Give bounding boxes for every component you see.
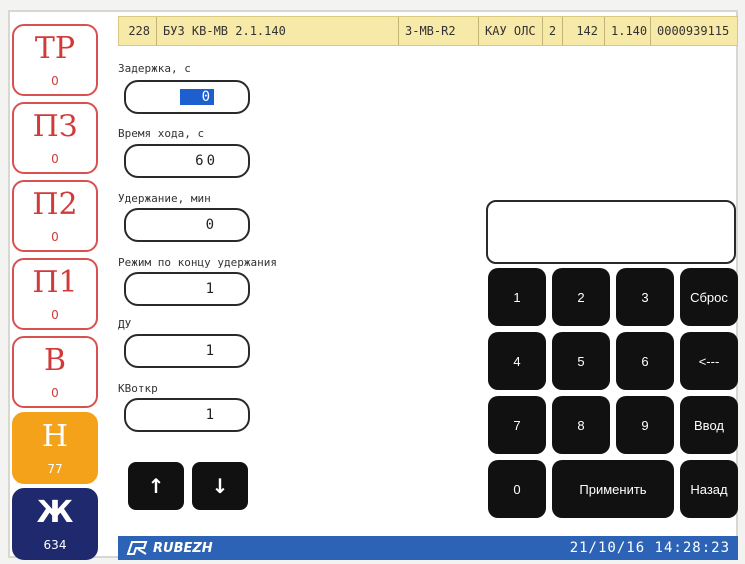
key-3[interactable]: 3 [616,268,674,326]
param-label-du: ДУ [118,318,132,331]
enter-button[interactable]: Ввод [680,396,738,454]
status-tile-code: ТР [34,31,76,66]
status-tile-code: В [43,343,67,378]
key-4[interactable]: 4 [488,332,546,390]
panel-name: КАУ ОЛС [479,17,543,45]
status-tile-count: 0 [51,74,59,88]
hold-field[interactable]: 0 [124,208,250,242]
device-type: З-МВ-R2 [399,17,479,45]
hold-value: 0 [205,217,214,233]
du-field[interactable]: 1 [124,334,250,368]
status-tile-p2[interactable]: П2 0 [12,180,98,252]
param-label-kv-open: КВоткр [118,382,158,395]
status-tile-tr[interactable]: ТР 0 [12,24,98,96]
device-number: 228 [119,17,157,45]
key-9[interactable]: 9 [616,396,674,454]
arrow-down-button[interactable]: ↓ [192,462,248,510]
rubezh-logo-icon [126,541,148,555]
apply-button[interactable]: Применить [552,460,674,518]
status-tile-count: 0 [51,230,59,244]
firmware-version: 1.140 [605,17,651,45]
status-tile-code: Ж [36,495,74,530]
hold-end-mode-value: 1 [205,281,214,297]
param-label-hold: Удержание, мин [118,192,211,205]
device-info-bar: 228 БУЗ КВ-МВ 2.1.140 З-МВ-R2 КАУ ОЛС 2 … [118,16,738,46]
status-tile-count: 0 [51,308,59,322]
status-tile-code: П2 [32,187,78,222]
serial-number: 0000939115 [657,24,730,38]
status-tile-code: Н [41,419,69,454]
key-0[interactable]: 0 [488,460,546,518]
key-7[interactable]: 7 [488,396,546,454]
backspace-button[interactable]: <--- [680,332,738,390]
status-tile-n[interactable]: Н 77 [12,412,98,484]
panel-number: 2 [543,17,563,45]
status-tile-code: ПЗ [32,109,78,144]
status-tile-count: 634 [43,538,67,552]
delay-field[interactable]: 0 [124,80,250,114]
footer-bar: RUBEZH 21/10/16 14:28:23 [118,536,738,560]
status-tile-zh[interactable]: Ж 634 [12,488,98,560]
arrow-up-button[interactable]: ↑ [128,462,184,510]
kv-open-value: 1 [205,407,214,423]
param-label-hold-end-mode: Режим по концу удержания [118,256,277,269]
status-column: ТР 0 ПЗ 0 П2 0 П1 0 В 0 Н 77 Ж 634 [12,14,100,560]
status-tile-count: 0 [51,152,59,166]
rubezh-logo: RUBEZH [126,540,213,556]
key-5[interactable]: 5 [552,332,610,390]
key-2[interactable]: 2 [552,268,610,326]
key-6[interactable]: 6 [616,332,674,390]
datetime-display: 21/10/16 14:28:23 [569,540,730,556]
hold-end-mode-field[interactable]: 1 [124,272,250,306]
delay-value: 0 [179,89,214,105]
brand-name: RUBEZH [153,540,213,556]
status-tile-code: П1 [32,265,78,300]
travel-time-field[interactable]: 60 [124,144,250,178]
status-tile-count: 0 [51,386,59,400]
param-label-delay: Задержка, с [118,62,191,75]
status-tile-pz[interactable]: ПЗ 0 [12,102,98,174]
du-value: 1 [205,343,214,359]
status-tile-count: 77 [47,462,63,476]
status-tile-p1[interactable]: П1 0 [12,258,98,330]
device-id: 142 [563,17,605,45]
status-tile-v[interactable]: В 0 [12,336,98,408]
device-name: БУЗ КВ-МВ 2.1.140 [157,17,399,45]
kv-open-field[interactable]: 1 [124,398,250,432]
keypad-display [486,200,736,264]
key-8[interactable]: 8 [552,396,610,454]
param-label-travel-time: Время хода, с [118,127,205,140]
reset-button[interactable]: Сброс [680,268,738,326]
back-button[interactable]: Назад [680,460,738,518]
key-1[interactable]: 1 [488,268,546,326]
travel-time-value: 60 [195,153,218,169]
